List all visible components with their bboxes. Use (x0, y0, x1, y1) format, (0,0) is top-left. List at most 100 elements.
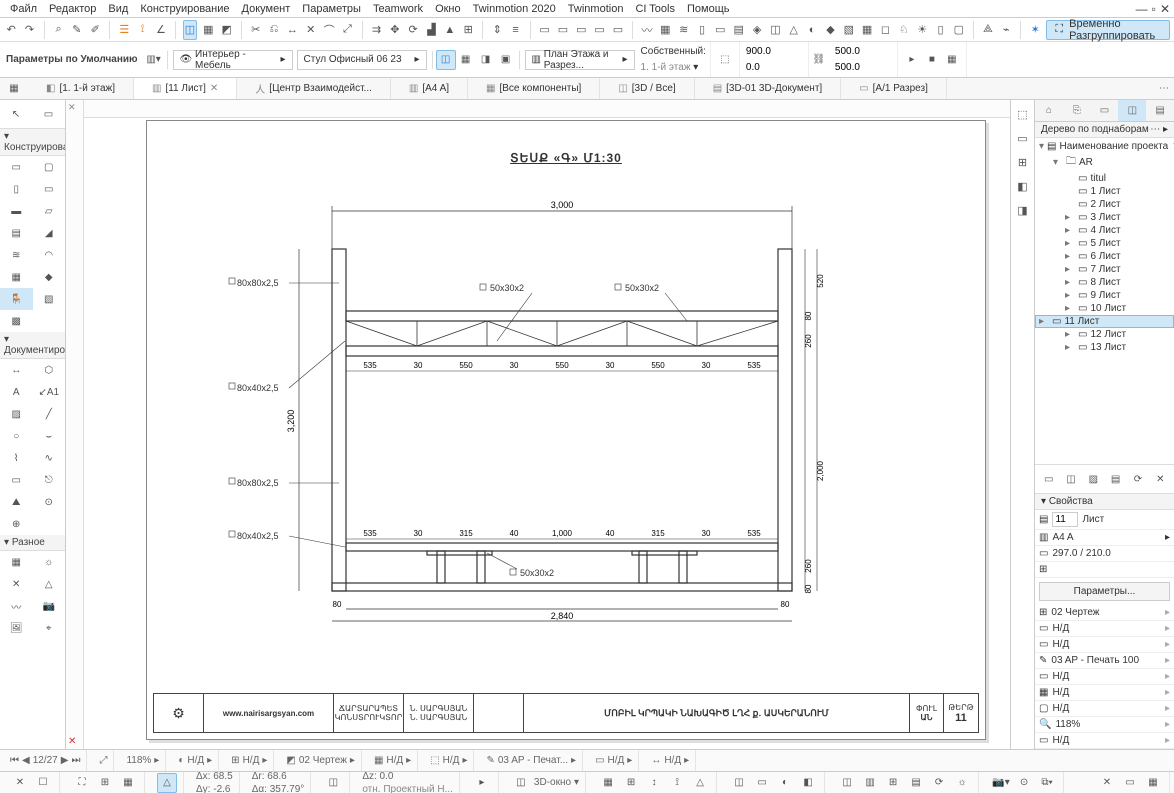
suspend-groups-button[interactable]: ⛶ Временно Разгруппировать (1046, 20, 1170, 40)
lamp-icon[interactable]: ☀ (915, 20, 929, 40)
menu-edit[interactable]: Редактор (43, 2, 102, 16)
text-tool-icon[interactable]: A (0, 381, 33, 403)
camera-tool-icon[interactable]: 📷 (33, 595, 66, 617)
sb2-1-icon[interactable]: ✕ (10, 773, 30, 793)
sb2-i1-icon[interactable]: ▦ (598, 773, 618, 793)
coord-x1-input[interactable] (744, 45, 804, 58)
sb2-coord-icon[interactable]: △ (157, 773, 177, 793)
tree-item[interactable]: ▸▭ 7 Лист (1035, 263, 1174, 276)
section-tool-icon[interactable]: ⎋ (33, 469, 66, 491)
sb2-i5-icon[interactable]: △ (690, 773, 710, 793)
window-icon[interactable]: ▢ (952, 20, 966, 40)
s1-c-icon[interactable]: ◩ (286, 755, 295, 766)
dropper-icon[interactable]: ✎ (70, 20, 84, 40)
stair-icon[interactable]: ▤ (732, 20, 746, 40)
menu-teamwork[interactable]: Teamwork (367, 2, 429, 16)
sb2-m1-icon[interactable]: ✕ (1097, 773, 1117, 793)
view-tab[interactable]: ◧[1. 1-й этаж] (28, 78, 134, 99)
rail-icon[interactable]: ≋ (677, 20, 691, 40)
nav-tab5[interactable]: ▤ (1146, 100, 1174, 121)
nav-first-icon[interactable]: ⏮ (10, 755, 19, 766)
grp-3-icon[interactable]: ▭ (574, 20, 588, 40)
ruler-icon[interactable]: ☰ (117, 20, 131, 40)
offset-icon[interactable]: ⇉ (369, 20, 383, 40)
opening-icon[interactable]: ◻ (878, 20, 892, 40)
tree-item[interactable]: ▸▭ 4 Лист (1035, 224, 1174, 237)
sb2-k1-icon[interactable]: ◫ (837, 773, 857, 793)
circle-tool-icon[interactable]: ○ (0, 425, 33, 447)
view-tab[interactable]: ▥[A4 A] (391, 78, 468, 99)
sb2-i2-icon[interactable]: ⊞ (621, 773, 641, 793)
beam-icon[interactable]: ▭ (713, 20, 727, 40)
angle-icon[interactable]: ∠ (154, 20, 168, 40)
roof-icon[interactable]: △ (787, 20, 801, 40)
sb2-k6-icon[interactable]: ☼ (952, 773, 972, 793)
status-layer[interactable]: 02 Чертеж (299, 755, 347, 766)
grp-1-icon[interactable]: ▭ (537, 20, 551, 40)
opt1-icon[interactable]: ⬚ (1013, 104, 1033, 124)
sb2-k4-icon[interactable]: ▤ (906, 773, 926, 793)
nav-tab2[interactable]: ⎘ (1063, 100, 1091, 121)
figure-tool-icon[interactable]: 🖼 (0, 617, 33, 639)
tree-item[interactable]: ▸▭ 11 Лист (1035, 315, 1174, 328)
coord-x2-input[interactable] (744, 61, 804, 74)
tree-item[interactable]: ▸▭ 3 Лист (1035, 211, 1174, 224)
marquee-tool-icon[interactable]: ▭ (44, 103, 53, 125)
link-icon[interactable]: ⛓ (809, 50, 829, 70)
arrow-tool-icon[interactable]: ↖ (12, 103, 20, 125)
mat-icon[interactable]: ■ (922, 50, 942, 70)
menu-tm20[interactable]: Twinmotion 2020 (467, 2, 562, 16)
tree-item[interactable]: ▸▭ 5 Лист (1035, 237, 1174, 250)
close-icon[interactable]: ✕ (210, 83, 218, 94)
snap-guide-icon[interactable]: ◩ (220, 20, 234, 40)
object-dropdown[interactable]: Стул Офисный 06 23 ▸ (297, 50, 427, 70)
opt2-icon[interactable]: ▭ (1013, 128, 1033, 148)
door-icon[interactable]: ▯ (933, 20, 947, 40)
intersect-icon[interactable]: ✕ (304, 20, 318, 40)
level-tool-icon[interactable]: ⬡ (33, 359, 66, 381)
nav-prev-icon[interactable]: ◀ (22, 755, 30, 766)
sb2-arrow-icon[interactable]: ▸ (472, 773, 492, 793)
mesh-icon[interactable]: ▦ (658, 20, 672, 40)
view-tab[interactable]: ▤[3D-01 3D-Документ] (695, 78, 842, 99)
s1-b-icon[interactable]: ⊞ (231, 755, 239, 766)
tree-b4-icon[interactable]: ▤ (1106, 469, 1125, 489)
curtain-tool-icon[interactable]: ▦ (0, 266, 33, 288)
drawing-tool-icon[interactable]: ▭ (0, 469, 33, 491)
view-tab[interactable]: 人[Центр Взаимодейст... (237, 78, 391, 99)
grp-5-icon[interactable]: ▭ (611, 20, 625, 40)
stair-tool-icon[interactable]: ▤ (0, 222, 33, 244)
sb2-m3-icon[interactable]: ▦ (1143, 773, 1163, 793)
persp-icon[interactable]: ▣ (496, 50, 516, 70)
arc-tool-icon[interactable]: ⌣ (33, 425, 66, 447)
redo-icon[interactable]: ↷ (22, 20, 36, 40)
tree-item[interactable]: ▸▭ 6 Лист (1035, 250, 1174, 263)
rail-tool-icon[interactable]: ≋ (0, 244, 33, 266)
prop-row[interactable]: ▭Н/Д▸ (1035, 733, 1174, 749)
snap-geo-icon[interactable]: ◫ (183, 20, 197, 40)
spline-tool-icon[interactable]: ∿ (33, 447, 66, 469)
menu-help[interactable]: Помощь (681, 2, 736, 16)
sb2-j1-icon[interactable]: ◫ (729, 773, 749, 793)
sb2-l3-icon[interactable]: ⧉▾ (1037, 773, 1057, 793)
prop-row[interactable]: ▢Н/Д▸ (1035, 701, 1174, 717)
elev-tool-icon[interactable]: ⛰ (0, 491, 33, 513)
fillet-icon[interactable]: ⌒ (322, 20, 336, 40)
slab-tool-icon[interactable]: ▱ (33, 200, 66, 222)
shell-icon[interactable]: ◐ (805, 20, 819, 40)
drawing-canvas[interactable]: ✕ ՏԵՍՔ «Գ» Մ1:30 3,000 3,200 (66, 100, 1010, 749)
tree-item[interactable]: ▸▭ 9 Лист (1035, 289, 1174, 302)
roof-tool-icon[interactable]: ◢ (33, 222, 66, 244)
window-restore-icon[interactable]: ▫ (1152, 2, 1156, 16)
sb2-i3-icon[interactable]: ↕ (644, 773, 664, 793)
3d-window-button[interactable]: 3D-окно (534, 777, 571, 788)
sb2-cube-icon[interactable]: ◫ (511, 773, 531, 793)
menu-tm[interactable]: Twinmotion (562, 2, 630, 16)
tree-item[interactable]: ▭ titul (1035, 172, 1174, 185)
flip-icon[interactable]: ▸ (902, 50, 922, 70)
fill-tool-icon[interactable]: ▨ (0, 403, 33, 425)
sb2-k5-icon[interactable]: ⟳ (929, 773, 949, 793)
move-icon[interactable]: ✥ (388, 20, 402, 40)
sb2-2-icon[interactable]: ☐ (33, 773, 53, 793)
adjust-icon[interactable]: ↔ (285, 20, 299, 40)
